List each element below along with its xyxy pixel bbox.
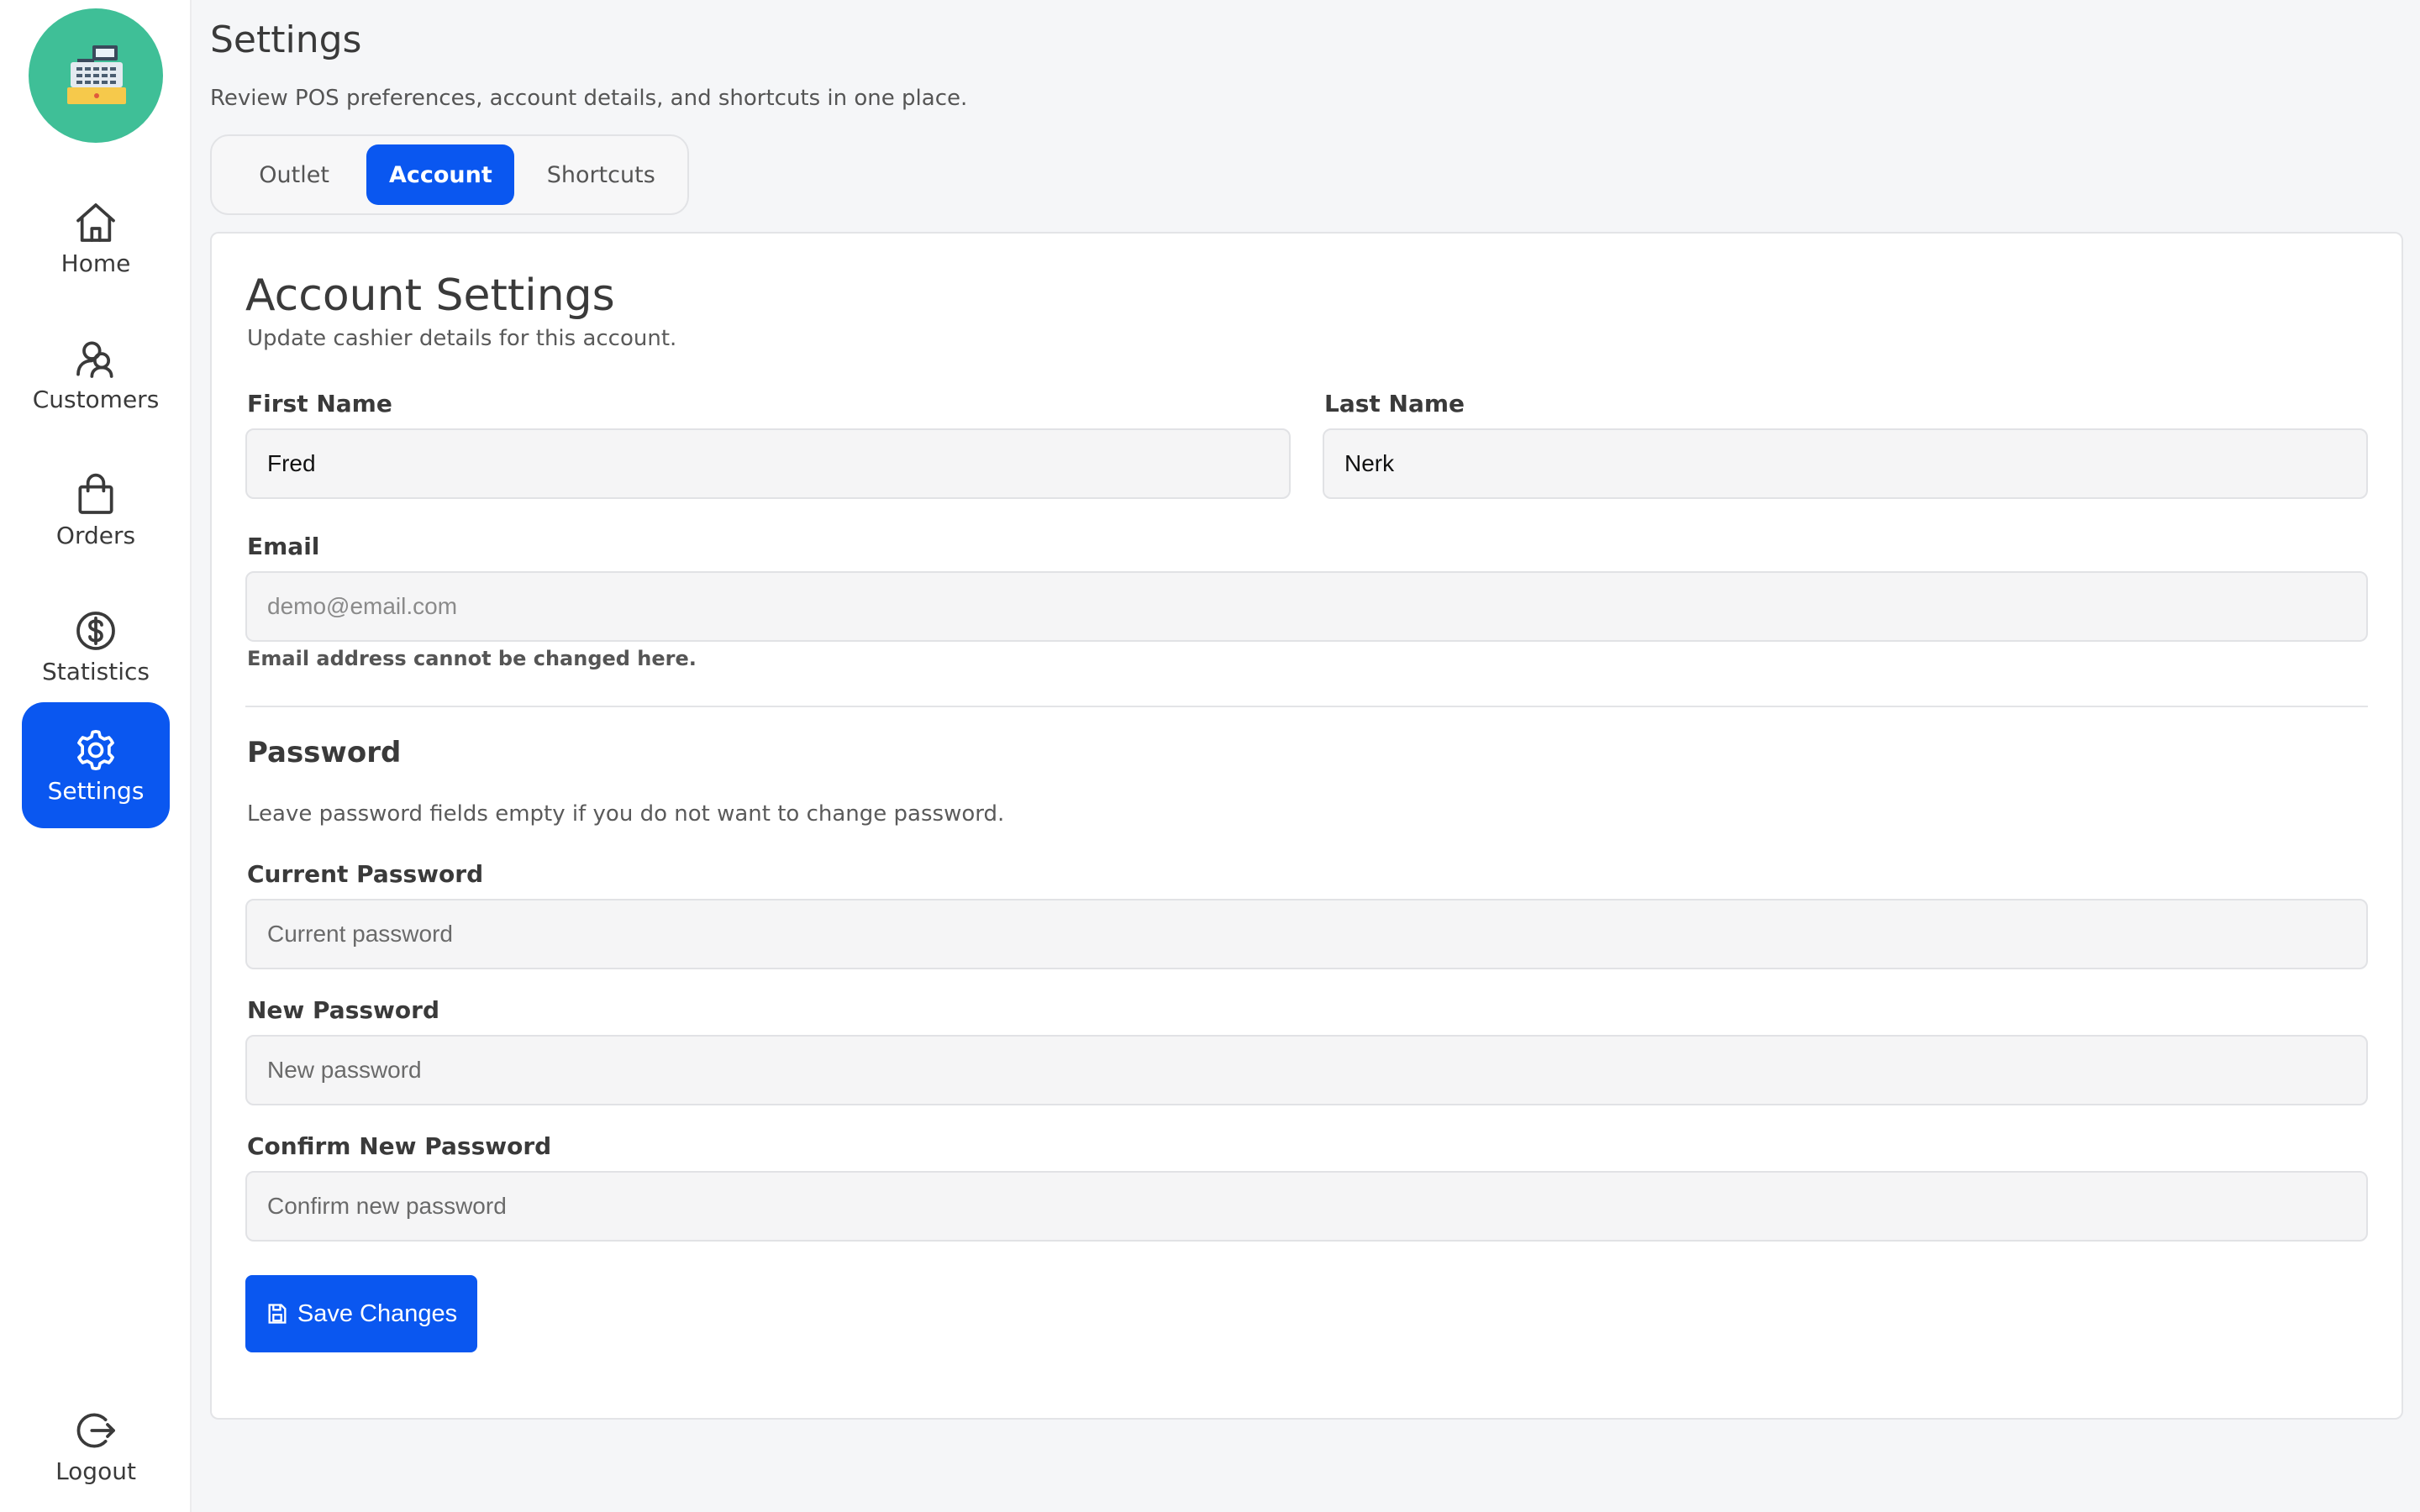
save-icon (268, 1304, 287, 1324)
sidebar-item-label: Orders (55, 521, 136, 549)
current-password-label: Current Password (247, 860, 484, 888)
page-title: Settings (210, 18, 362, 61)
shopping-bag-icon (78, 473, 113, 514)
first-name-input[interactable] (245, 428, 1291, 499)
sidebar-item-settings[interactable]: Settings (22, 702, 170, 828)
gear-icon (77, 729, 114, 770)
password-section-description: Leave password fields empty if you do no… (247, 801, 1005, 827)
card-subtitle: Update cashier details for this account. (247, 326, 677, 351)
tab-account[interactable]: Account (366, 144, 515, 205)
new-password-input[interactable] (245, 1035, 2368, 1105)
email-help-text: Email address cannot be changed here. (247, 647, 697, 670)
settings-tabs: Outlet Account Shortcuts (210, 134, 689, 215)
sidebar-item-customers[interactable]: Customers (22, 311, 170, 437)
app-logo[interactable] (29, 8, 163, 143)
cash-register-icon (67, 45, 126, 104)
logout-label: Logout (55, 1457, 136, 1485)
logout-icon (76, 1412, 115, 1448)
page-subtitle: Review POS preferences, account details,… (210, 86, 968, 111)
customers-icon (76, 340, 113, 378)
confirm-password-label: Confirm New Password (247, 1132, 552, 1160)
first-name-label: First Name (247, 390, 392, 417)
sidebar-item-label: Home (60, 249, 131, 277)
sidebar-item-label: Customers (32, 385, 160, 413)
sidebar-item-label: Statistics (42, 657, 150, 685)
email-field (245, 571, 2368, 642)
tab-shortcuts[interactable]: Shortcuts (514, 144, 687, 205)
sidebar-item-statistics[interactable]: Statistics (22, 583, 170, 709)
pos-app: Home Customers Orders Statistics Setting… (0, 0, 2420, 1512)
card-title: Account Settings (245, 270, 615, 321)
email-label: Email (247, 533, 320, 560)
sidebar-item-label: Settings (47, 776, 145, 805)
account-settings-card: Account Settings Update cashier details … (210, 232, 2403, 1420)
last-name-input[interactable] (1323, 428, 2368, 499)
section-divider (245, 706, 2368, 707)
tab-outlet[interactable]: Outlet (222, 144, 366, 205)
save-button[interactable]: Save Changes (245, 1275, 477, 1352)
password-section-title: Password (247, 736, 402, 769)
confirm-password-input[interactable] (245, 1171, 2368, 1242)
current-password-input[interactable] (245, 899, 2368, 969)
sidebar-item-orders[interactable]: Orders (22, 447, 170, 573)
last-name-label: Last Name (1324, 390, 1465, 417)
dollar-circle-icon (76, 611, 115, 650)
new-password-label: New Password (247, 996, 439, 1024)
sidebar-item-home[interactable]: Home (22, 175, 170, 301)
logout-button[interactable]: Logout (22, 1383, 170, 1509)
sidebar: Home Customers Orders Statistics Setting… (0, 0, 192, 1512)
home-icon (76, 202, 115, 242)
save-button-label: Save Changes (297, 1299, 458, 1327)
